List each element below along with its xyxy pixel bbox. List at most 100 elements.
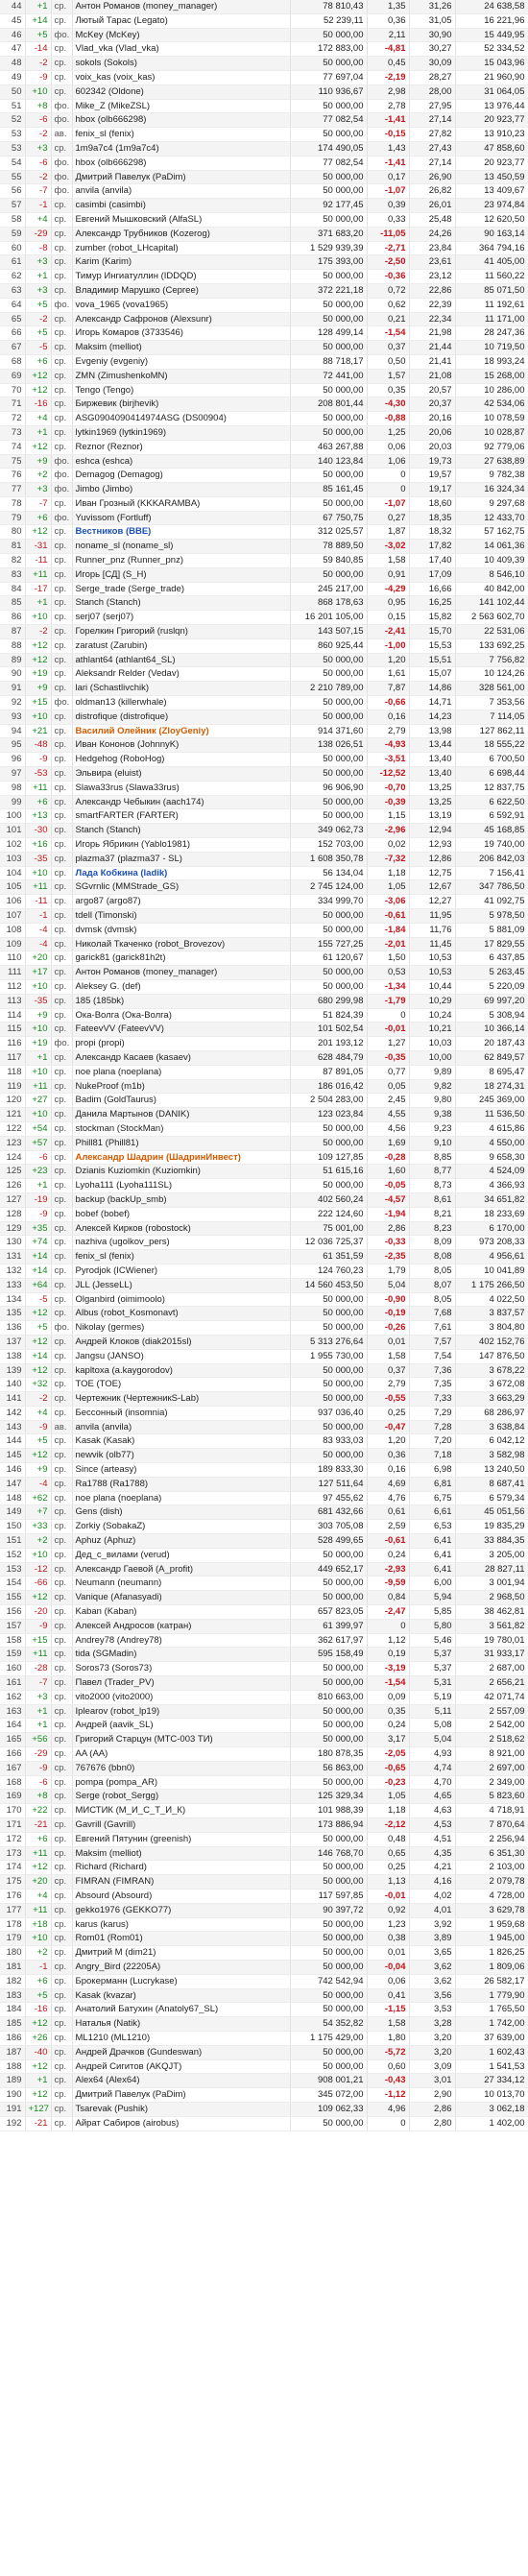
participant-name-cell[interactable]: Kasak (Kasak) <box>72 1433 291 1450</box>
table-row[interactable]: 124 -6 ср. Александр Шадрин (ШадринИнвест) 1… <box>0 1150 528 1166</box>
table-row[interactable]: 175 +20 ср. FIMRAN (FIMRAN) 50 000,00 1,13 4,1… <box>0 1874 528 1890</box>
table-row[interactable]: 72 +4 ср. ASG0904090414974ASG (DS00904) 50 0… <box>0 411 528 426</box>
table-row[interactable]: 159 +11 ср. tida (SGMadin) 595 158,49 0,19 5,3… <box>0 1647 528 1663</box>
participant-name-cell[interactable]: Soros73 (Soros73) <box>72 1661 291 1677</box>
table-row[interactable]: 66 +5 ср. Игорь Комаров (3733546) 128 499,14… <box>0 325 528 342</box>
participant-name-cell[interactable]: newvik (olb77) <box>72 1448 291 1464</box>
table-row[interactable]: 107 -1 ср. tdell (Timonski) 50 000,00 -0,61 11… <box>0 908 528 924</box>
participant-name-cell[interactable]: Stanch (Stanch) <box>72 595 291 612</box>
table-row[interactable]: 170 +22 ср. МИСТИК (М_И_С_Т_И_К) 101 988,39 1… <box>0 1803 528 1818</box>
participant-name-cell[interactable]: Лада Кобкина (ladik) <box>72 866 291 881</box>
table-row[interactable]: 125 +23 ср. Dzianis Kuziomkin (Kuziomkin) 51… <box>0 1164 528 1180</box>
table-row[interactable]: 54 -6 фо. hbox (olb666298) 77 082,54 -1,41 27,… <box>0 156 528 171</box>
table-row[interactable]: 153 -12 ср. Александр Гаевой (A_profit) 449 … <box>0 1562 528 1577</box>
participant-name-cell[interactable]: Nikolay (germes) <box>72 1320 291 1336</box>
table-row[interactable]: 152 +10 ср. Дед_с_вилами (verud) 50 000,00 0,… <box>0 1548 528 1563</box>
table-row[interactable]: 181 -1 ср. Angry_Bird (22205A) 50 000,00 -0,0… <box>0 1960 528 1975</box>
participant-name-cell[interactable]: Биржевик (birjhevik) <box>72 397 291 413</box>
table-row[interactable]: 150 +33 ср. Zorkiy (SobakaZ) 303 705,08 2,59 6… <box>0 1519 528 1535</box>
participant-name-cell[interactable]: Владимир Марушко (Сергее) <box>72 283 291 299</box>
table-row[interactable]: 44 +1 ср. Антон Романов (money_manager) 78 8… <box>0 0 528 14</box>
table-row[interactable]: 151 +2 ср. Aphuz (Aphuz) 528 499,65 -0,61 6,41… <box>0 1533 528 1549</box>
participant-name-cell[interactable]: Евгений Пятунин (greenish) <box>72 1832 291 1847</box>
table-row[interactable]: 169 +8 ср. Serge (robot_Sergg) 125 329,34 1,0… <box>0 1789 528 1805</box>
table-row[interactable]: 94 +21 ср. Василий Олейник (ZloyGeniy) 914 3… <box>0 724 528 739</box>
table-row[interactable]: 82 -11 ср. Runner_pnz (Runner_pnz) 59 840,85… <box>0 553 528 568</box>
table-row[interactable]: 131 +14 ср. fenix_sl (fenix) 61 351,59 -2,35 8… <box>0 1249 528 1264</box>
participant-name-cell[interactable]: Василий Олейник (ZloyGeniy) <box>72 724 291 739</box>
table-row[interactable]: 61 +3 ср. Karim (Karim) 175 393,00 -2,50 23,61… <box>0 254 528 271</box>
participant-name-cell[interactable]: Александр Шадрин (ШадринИнвест) <box>72 1150 291 1166</box>
participant-name-cell[interactable]: Serge (robot_Sergg) <box>72 1789 291 1805</box>
participant-name-cell[interactable]: kapltoxa (a.kaygorodov) <box>72 1363 291 1379</box>
table-row[interactable]: 60 -8 ср. zumber (robot_LHcapital) 1 529 939… <box>0 241 528 256</box>
table-row[interactable]: 132 +14 ср. Pyrodjok (ICWiener) 124 760,23 1,… <box>0 1264 528 1279</box>
table-row[interactable]: 100 +13 ср. smartFARTER (FARTER) 50 000,00 1,… <box>0 808 528 825</box>
table-row[interactable]: 62 +1 ср. Тимур Ингиатуллин (IDDQD) 50 000,0… <box>0 269 528 284</box>
participant-name-cell[interactable]: oldman13 (killerwhale) <box>72 695 291 710</box>
participant-name-cell[interactable]: Angry_Bird (22205A) <box>72 1960 291 1975</box>
participant-name-cell[interactable]: voix_kas (voix_kas) <box>72 70 291 85</box>
table-row[interactable]: 111 +17 ср. Антон Романов (money_manager) 50… <box>0 965 528 980</box>
table-row[interactable]: 121 +10 ср. Данила Мартынов (DANIK) 123 023,… <box>0 1107 528 1122</box>
table-row[interactable]: 168 -6 ср. pompa (pompa_AR) 50 000,00 -0,23 4,… <box>0 1775 528 1791</box>
participant-name-cell[interactable]: Alex64 (Alex64) <box>72 2073 291 2089</box>
participant-name-cell[interactable]: Дмитрий Павелук (PaDim) <box>72 2087 291 2103</box>
table-row[interactable]: 133 +64 ср. JLL (JesseLL) 14 560 453,50 5,04 8… <box>0 1278 528 1293</box>
table-row[interactable]: 70 +12 ср. Tengo (Tengo) 50 000,00 0,35 20,57 1… <box>0 383 528 398</box>
table-row[interactable]: 137 +12 ср. Андрей Клоков (diak2015sl) 5 313… <box>0 1335 528 1350</box>
participant-name-cell[interactable]: AA (AA) <box>72 1746 291 1762</box>
table-row[interactable]: 161 -7 ср. Павел (Trader_PV) 50 000,00 -1,54 5… <box>0 1675 528 1691</box>
table-row[interactable]: 74 +12 ср. Reznor (Reznor) 463 267,88 0,06 20,… <box>0 440 528 455</box>
participant-name-cell[interactable]: tdell (Timonski) <box>72 908 291 924</box>
table-row[interactable]: 57 -1 ср. casimbi (casimbi) 92 177,45 0,39 26,… <box>0 198 528 213</box>
participant-name-cell[interactable]: 1m9a7c4 (1m9a7c4) <box>72 141 291 156</box>
table-row[interactable]: 179 +10 ср. Rom01 (Rom01) 50 000,00 0,38 3,89 1… <box>0 1931 528 1947</box>
participant-name-cell[interactable]: Игорь Ябрикин (Yablo1981) <box>72 837 291 853</box>
participant-name-cell[interactable]: Iplearov (robot_lp19) <box>72 1704 291 1720</box>
participant-name-cell[interactable]: hbox (olb666298) <box>72 156 291 171</box>
table-row[interactable]: 158 +15 ср. Andrey78 (Andrey78) 362 617,97 1,… <box>0 1633 528 1649</box>
table-row[interactable]: 76 +2 фо. Demagog (Demagog) 50 000,00 0 19,57 9… <box>0 468 528 484</box>
participant-name-cell[interactable]: noname_sl (noname_sl) <box>72 539 291 555</box>
table-row[interactable]: 50 +10 ср. 602342 (Oldone) 110 936,67 2,98 28,… <box>0 84 528 100</box>
participant-name-cell[interactable]: Григорий Старцун (MTC-003 ТИ) <box>72 1732 291 1748</box>
table-row[interactable]: 180 +2 ср. Дмитрий М (dim21) 50 000,00 0,01 3,… <box>0 1945 528 1961</box>
participant-name-cell[interactable]: Pyrodjok (ICWiener) <box>72 1264 291 1279</box>
table-row[interactable]: 120 +27 ср. Badim (GoldTaurus) 2 504 283,00 2… <box>0 1093 528 1109</box>
participant-name-cell[interactable]: Zorkiy (SobakaZ) <box>72 1519 291 1535</box>
table-row[interactable]: 79 +6 фо. Yuvissom (Fortluff) 67 750,75 0,27 1… <box>0 511 528 526</box>
participant-name-cell[interactable]: Yuvissom (Fortluff) <box>72 511 291 526</box>
table-row[interactable]: 67 -5 ср. Maksim (melliot) 50 000,00 0,37 21,4… <box>0 340 528 355</box>
participant-name-cell[interactable]: Albus (robot_Kosmonavt) <box>72 1306 291 1322</box>
participant-name-cell[interactable]: Игорь [СД] (S_H) <box>72 567 291 583</box>
participant-name-cell[interactable]: Игорь Комаров (3733546) <box>72 325 291 342</box>
table-row[interactable]: 55 -2 фо. Дмитрий Павелук (PaDim) 50 000,00 0… <box>0 170 528 185</box>
participant-name-cell[interactable]: Дмитрий М (dim21) <box>72 1945 291 1961</box>
table-row[interactable]: 140 +32 ср. TOE (TOE) 50 000,00 2,79 7,35 3 672… <box>0 1377 528 1393</box>
participant-name-cell[interactable]: Андрей Сигитов (AKQJT) <box>72 2059 291 2075</box>
participant-name-cell[interactable]: Данила Мартынов (DANIK) <box>72 1107 291 1122</box>
participant-name-cell[interactable]: Бессонный (insomnia) <box>72 1406 291 1421</box>
table-row[interactable]: 99 +6 ср. Александр Чебыкин (aach174) 50 000… <box>0 795 528 810</box>
table-row[interactable]: 155 +12 ср. Vanique (Afanasyadi) 50 000,00 0,… <box>0 1590 528 1606</box>
participant-name-cell[interactable]: Evgeniy (evgeniy) <box>72 354 291 370</box>
participant-name-cell[interactable]: Андрей Драчков (Gundeswan) <box>72 2045 291 2060</box>
participant-name-cell[interactable]: Александр Гаевой (A_profit) <box>72 1562 291 1577</box>
participant-name-cell[interactable]: TOE (TOE) <box>72 1377 291 1393</box>
table-row[interactable]: 127 -19 ср. backup (backUp_smb) 402 560,24 -4… <box>0 1192 528 1208</box>
table-row[interactable]: 83 +11 ср. Игорь [СД] (S_H) 50 000,00 0,91 17,… <box>0 567 528 583</box>
table-row[interactable]: 174 +12 ср. Richard (Richard) 50 000,00 0,25 4… <box>0 1860 528 1876</box>
table-row[interactable]: 108 -4 ср. dvmsk (dvmsk) 50 000,00 -1,84 11,76… <box>0 923 528 938</box>
participant-name-cell[interactable]: Тимур Ингиатуллин (IDDQD) <box>72 269 291 284</box>
participant-name-cell[interactable]: Николай Ткаченко (robot_Brovezov) <box>72 937 291 952</box>
participant-name-cell[interactable]: Mike_Z (MikeZSL) <box>72 99 291 114</box>
table-row[interactable]: 149 +7 ср. Gens (dish) 681 432,66 0,61 6,61 45 … <box>0 1505 528 1521</box>
participant-name-cell[interactable]: Вестников (BBE) <box>72 524 291 541</box>
table-row[interactable]: 109 -4 ср. Николай Ткаченко (robot_Brovezov… <box>0 937 528 952</box>
table-row[interactable]: 49 -9 ср. voix_kas (voix_kas) 77 697,04 -2,19… <box>0 70 528 85</box>
participant-name-cell[interactable]: tida (SGMadin) <box>72 1647 291 1663</box>
participant-name-cell[interactable]: zumber (robot_LHcapital) <box>72 241 291 256</box>
participant-name-cell[interactable]: Евгений Мышковский (AlfaSL) <box>72 212 291 228</box>
participant-name-cell[interactable]: Vlad_vka (Vlad_vka) <box>72 41 291 58</box>
